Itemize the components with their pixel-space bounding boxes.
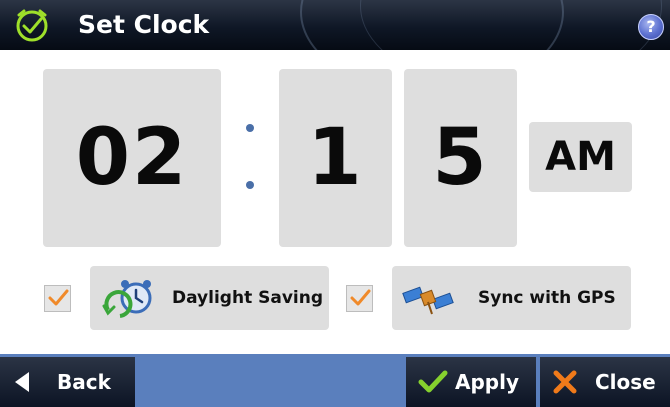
sync-gps-button[interactable]: Sync with GPS xyxy=(392,266,631,330)
daylight-saving-checkbox[interactable] xyxy=(44,285,71,312)
daylight-saving-button[interactable]: Daylight Saving xyxy=(90,266,329,330)
title-bar: Set Clock ? xyxy=(0,0,670,50)
minute-tens-selector[interactable]: 1 xyxy=(279,69,392,247)
close-icon xyxy=(553,370,577,394)
daylight-saving-label: Daylight Saving xyxy=(172,288,324,308)
satellite-icon xyxy=(402,286,454,315)
close-label: Close xyxy=(595,370,656,394)
clock-icon xyxy=(16,9,48,42)
apply-button[interactable]: Apply xyxy=(406,357,536,407)
colon-dot-top xyxy=(246,124,254,132)
checkmark-icon xyxy=(48,289,69,306)
back-button[interactable]: Back xyxy=(0,357,135,407)
hour-selector[interactable]: 02 xyxy=(43,69,221,247)
minute-ones-selector[interactable]: 5 xyxy=(404,69,517,247)
back-arrow-icon xyxy=(15,372,29,392)
checkmark-icon xyxy=(350,289,371,306)
close-button[interactable]: Close xyxy=(540,357,670,407)
am-pm-toggle[interactable]: AM xyxy=(529,122,632,192)
alarm-clock-icon xyxy=(102,280,152,318)
back-label: Back xyxy=(57,370,111,394)
page-title: Set Clock xyxy=(78,10,210,39)
apply-label: Apply xyxy=(455,370,520,394)
help-icon[interactable]: ? xyxy=(638,14,664,40)
title-bar-decoration-2 xyxy=(360,0,662,50)
sync-gps-label: Sync with GPS xyxy=(478,288,616,308)
colon-dot-bottom xyxy=(246,181,254,189)
checkmark-icon xyxy=(418,370,448,393)
sync-gps-checkbox[interactable] xyxy=(346,285,373,312)
